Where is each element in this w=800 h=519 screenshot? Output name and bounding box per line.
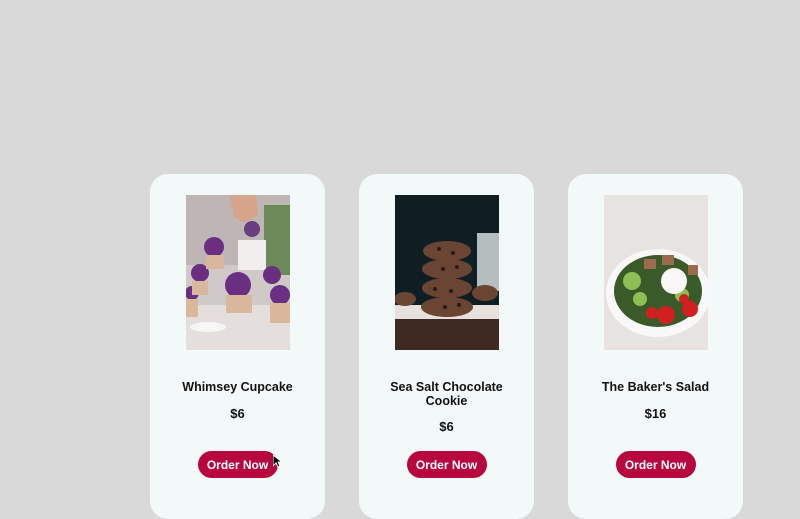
product-card-salad: The Baker's Salad $16 Order Now [568, 174, 743, 519]
order-now-button[interactable]: Order Now [406, 451, 487, 478]
product-name: Whimsey Cupcake [182, 380, 293, 394]
cupcake-photo [186, 195, 290, 350]
order-now-button[interactable]: Order Now [197, 451, 278, 478]
product-name: The Baker's Salad [601, 380, 710, 394]
product-price: $6 [439, 419, 454, 434]
cookie-photo [395, 195, 499, 350]
product-name: Sea Salt Chocolate Cookie [390, 380, 503, 408]
order-now-button[interactable]: Order Now [615, 451, 696, 478]
mouse-cursor-icon [273, 455, 282, 468]
product-card-cookie: Sea Salt Chocolate Cookie $6 Order Now [359, 174, 534, 519]
product-price: $6 [230, 406, 245, 421]
product-price: $16 [644, 406, 667, 421]
product-card-cupcake: Whimsey Cupcake $6 Order Now [150, 174, 325, 519]
salad-photo [604, 195, 708, 350]
